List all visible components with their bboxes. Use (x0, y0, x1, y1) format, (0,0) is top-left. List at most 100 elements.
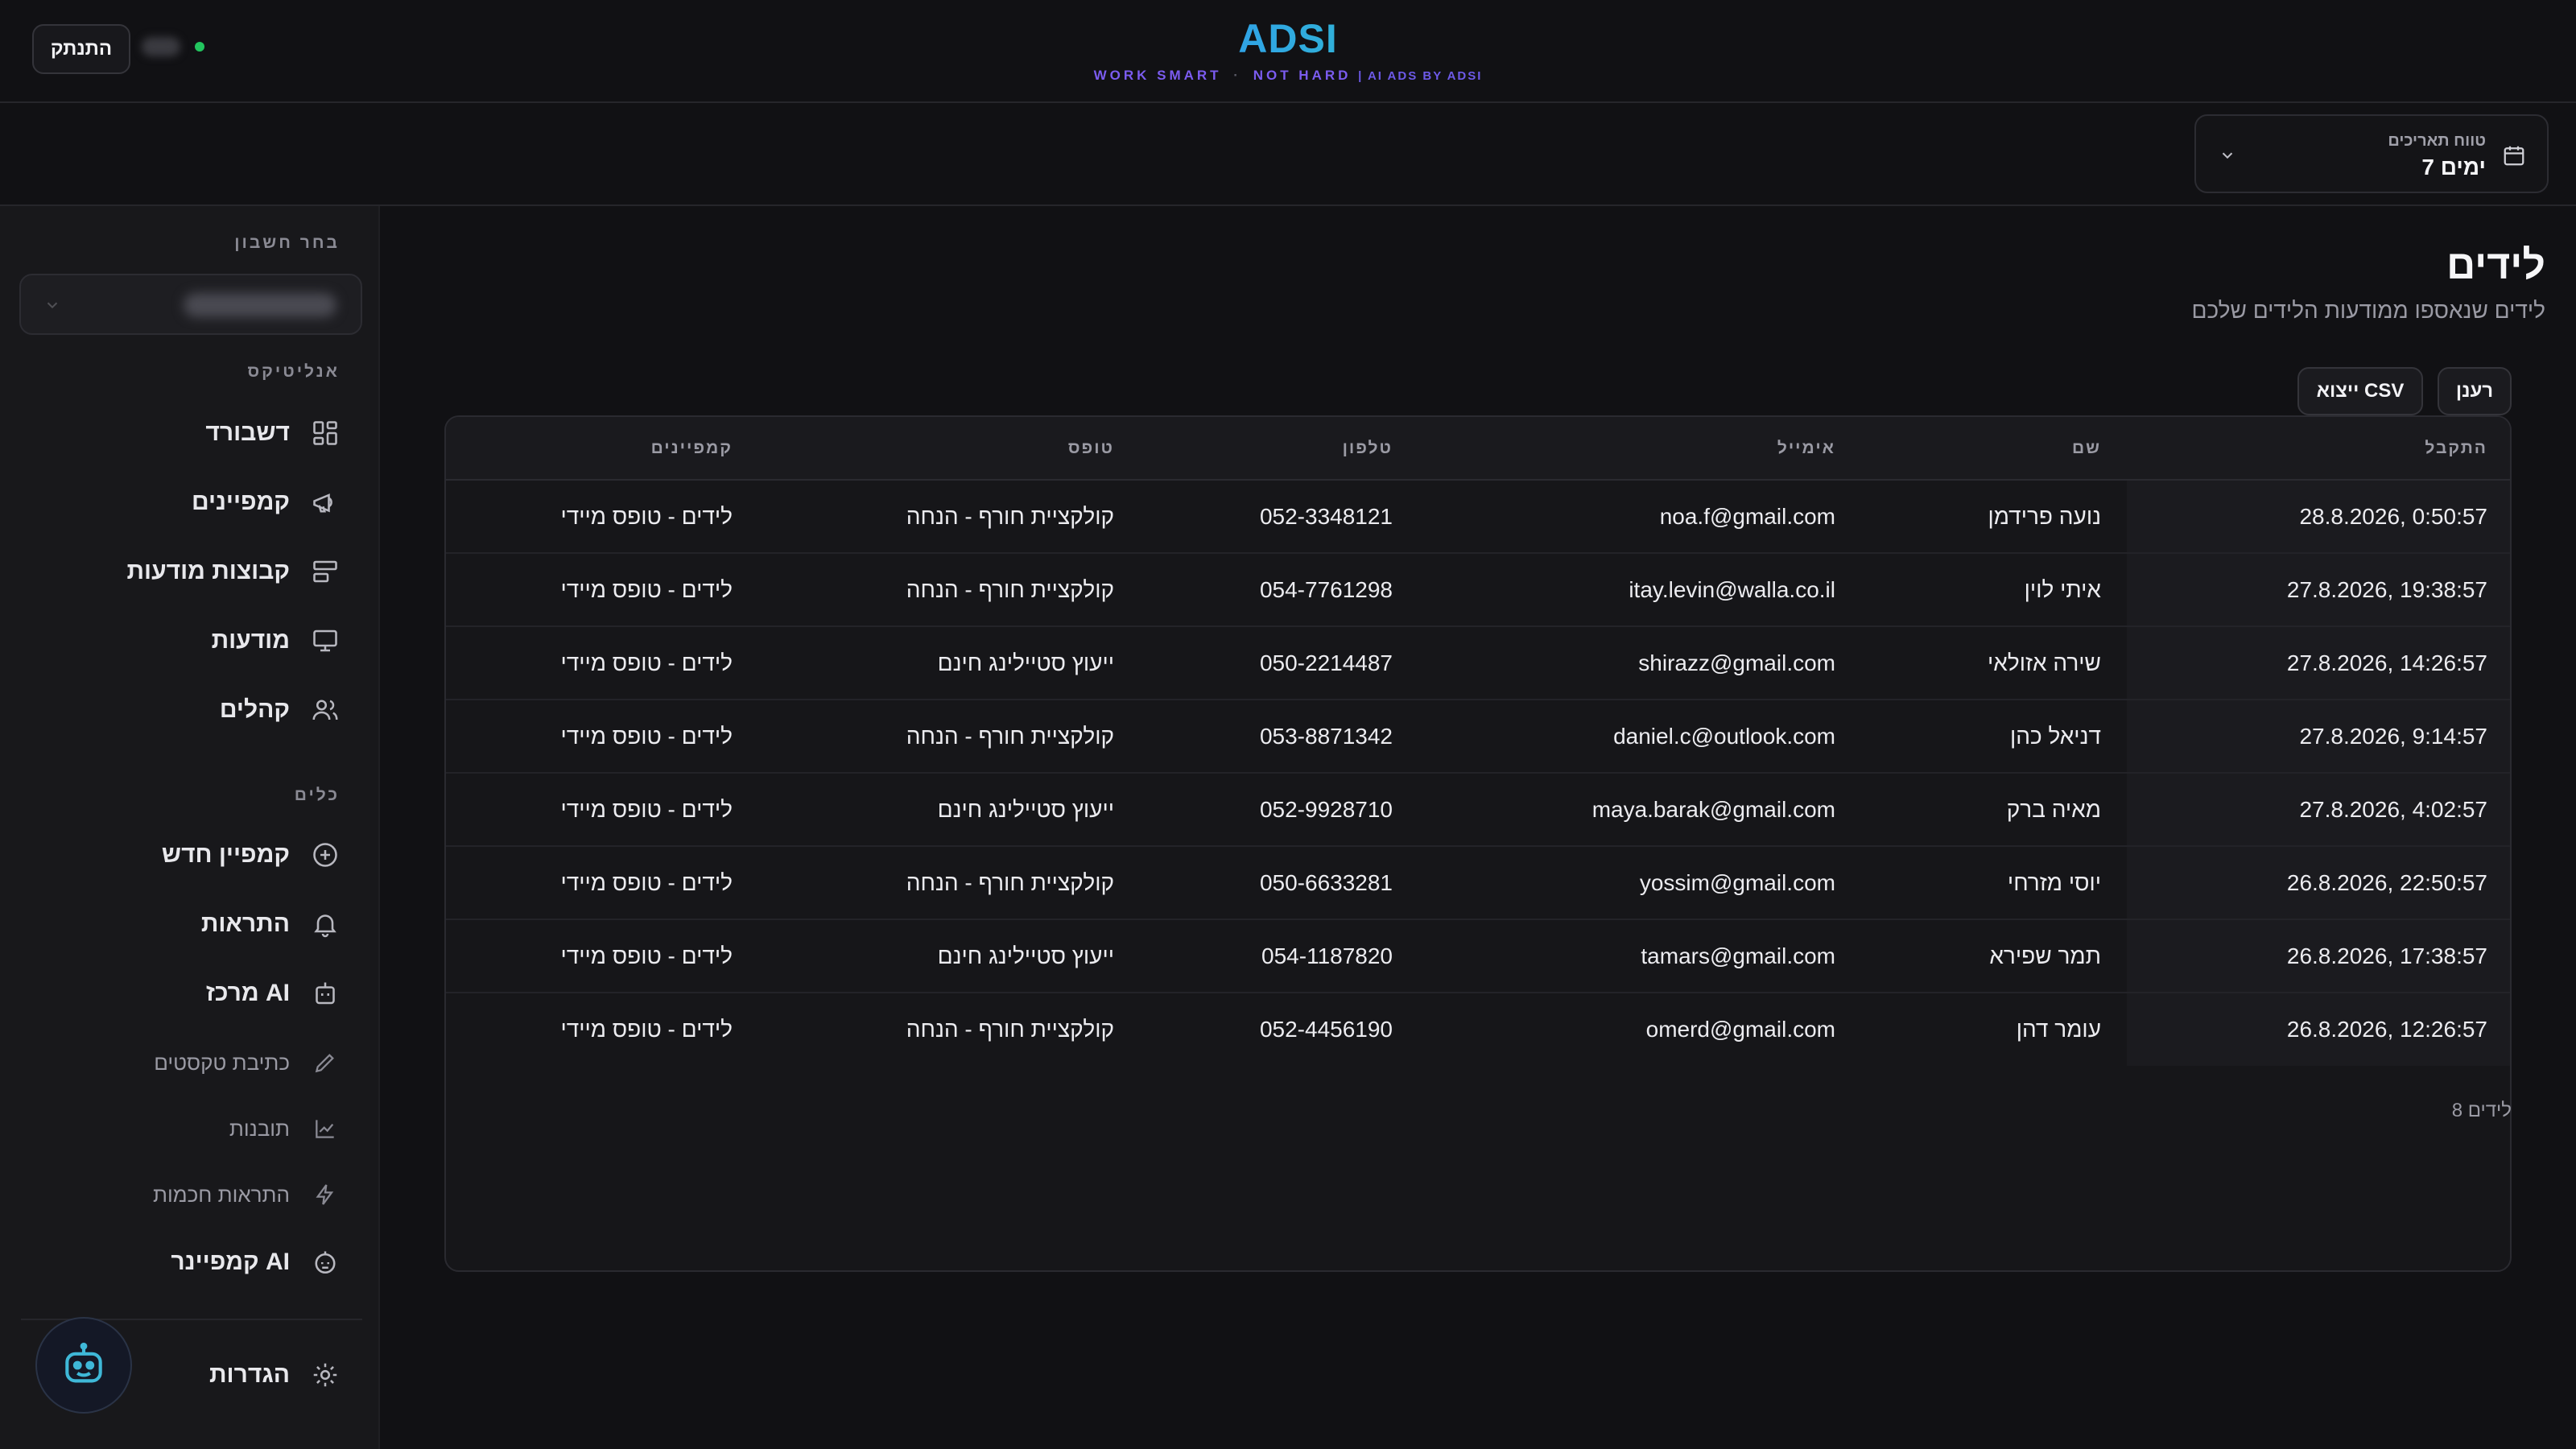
pencil-icon (311, 1048, 340, 1077)
top-bar: התנתק ADSI WORK SMART · NOT HARD | AI AD… (0, 0, 2576, 103)
table-row[interactable]: 27.8.2026, 19:38:57 איתי לוין itay.levin… (446, 553, 2510, 627)
sidebar-item-label: מרכז AI (205, 980, 290, 1006)
cell-email: shirazz@gmail.com (1418, 626, 1861, 700)
cell-phone: 053-8871342 (1140, 700, 1418, 774)
sidebar-item-label: מודעות (211, 627, 290, 654)
cell-received: 26.8.2026, 17:38:57 (2127, 919, 2510, 993)
cell-received: 27.8.2026, 9:14:57 (2127, 700, 2510, 774)
sidebar-item-label: תובנות (229, 1116, 290, 1141)
sidebar-item-ads[interactable]: מודעות (212, 618, 340, 663)
table-row[interactable]: 28.8.2026, 0:50:57 נועה פרידמן noa.f@gma… (446, 480, 2510, 554)
sidebar-item-audiences[interactable]: קהלים (220, 687, 340, 733)
sidebar-item-alerts[interactable]: התראות (201, 902, 340, 947)
cell-form: קולקציית חורף - הנחה (758, 480, 1140, 554)
analytics-section-label: אנליטיקס (247, 362, 340, 381)
cell-campaign: לידים - טופס מיידי (446, 626, 758, 700)
cell-received: 28.8.2026, 0:50:57 (2127, 480, 2510, 554)
logout-button[interactable]: התנתק (32, 24, 130, 74)
sidebar-item-new-campaign[interactable]: קמפיין חדש (162, 832, 340, 877)
cell-form: קולקציית חורף - הנחה (758, 553, 1140, 627)
cell-name: דניאל כהן (1861, 700, 2127, 774)
cell-received: 27.8.2026, 4:02:57 (2127, 773, 2510, 847)
sidebar-item-ai-campaigner[interactable]: קמפיינר AI (171, 1240, 340, 1285)
cell-email: daniel.c@outlook.com (1418, 700, 1861, 774)
refresh-button[interactable]: רענן (2438, 367, 2512, 415)
cell-name: מאיה ברק (1861, 773, 2127, 847)
table-row[interactable]: 27.8.2026, 9:14:57 דניאל כהן daniel.c@ou… (446, 700, 2510, 774)
tagline-part-c: | AI ADS BY ADSI (1358, 69, 1483, 83)
sidebar-item-ai-center[interactable]: מרכז AI (206, 971, 340, 1016)
page-subtitle: לידים שנאספו ממודעות הלידים שלכם (2191, 298, 2545, 323)
sidebar: בחר חשבון אנליטיקס דשבורד קמפיינים קבוצו… (0, 206, 380, 1449)
page-title: לידים (2446, 242, 2545, 287)
sidebar-item-label: התראות חכמות (153, 1182, 290, 1207)
robot-assistant-icon (65, 1342, 102, 1383)
date-range-picker[interactable]: טווח תאריכים 7 ימים (2194, 114, 2549, 193)
column-header[interactable]: שם (1861, 417, 2127, 481)
logo-title: ADSI (1046, 14, 1530, 63)
column-header[interactable]: טלפון (1140, 417, 1418, 481)
cell-form: ייעוץ סטיילינג חינם (758, 626, 1140, 700)
cell-campaign: לידים - טופס מיידי (446, 846, 758, 920)
bell-icon (311, 910, 340, 939)
cell-phone: 050-6633281 (1140, 846, 1418, 920)
column-header[interactable]: קמפיינים (446, 417, 758, 481)
megaphone-icon (311, 488, 340, 517)
cell-phone: 054-7761298 (1140, 553, 1418, 627)
cell-campaign: לידים - טופס מיידי (446, 700, 758, 774)
column-header[interactable]: טופס (758, 417, 1140, 481)
cell-email: noa.f@gmail.com (1418, 480, 1861, 554)
cell-received: 27.8.2026, 19:38:57 (2127, 553, 2510, 627)
sidebar-item-insights[interactable]: תובנות (229, 1106, 340, 1151)
cell-name: עומר דהן (2016, 1017, 2101, 1042)
cell-phone: 052-9928710 (1140, 773, 1418, 847)
table-row[interactable]: 26.8.2026, 17:38:57 תמר שפירא tamars@gma… (446, 919, 2510, 993)
sidebar-item-label: קמפיין חדש (161, 841, 290, 868)
chevron-down-icon (47, 302, 58, 309)
cell-name: יוסי מזרחי (1861, 846, 2127, 920)
user-chip[interactable] (142, 37, 204, 56)
column-header[interactable]: אימייל (1418, 417, 1861, 481)
sidebar-item-campaigns[interactable]: קמפיינים (192, 480, 340, 525)
cell-form: קולקציית חורף - הנחה (758, 700, 1140, 774)
leads-table: התקבל שם אימייל טלפון טופס קמפיינים 28.8… (444, 415, 2512, 1272)
table-row[interactable]: 26.8.2026, 22:50:57 יוסי מזרחי yossim@gm… (446, 846, 2510, 920)
monitor-icon (311, 626, 340, 655)
cell-form: ייעוץ סטיילינג חינם (758, 919, 1140, 993)
column-header[interactable]: התקבל (2127, 417, 2510, 481)
cell-email: itay.levin@walla.co.il (1418, 553, 1861, 627)
table-row[interactable]: 27.8.2026, 14:26:57 שירה אזולאי shirazz@… (446, 626, 2510, 700)
sidebar-item-label: קמפיינר AI (171, 1249, 290, 1275)
sidebar-item-smart-alerts[interactable]: התראות חכמות (153, 1172, 340, 1217)
lightning-icon (311, 1180, 340, 1209)
account-name-blurred (184, 293, 336, 317)
table-row[interactable]: 27.8.2026, 4:02:57 מאיה ברק maya.barak@g… (446, 773, 2510, 847)
cell-email: maya.barak@gmail.com (1418, 773, 1861, 847)
cell-email: yossim@gmail.com (1418, 846, 1861, 920)
date-bar: טווח תאריכים 7 ימים (0, 103, 2576, 206)
account-select[interactable] (19, 274, 362, 335)
sidebar-item-label: קהלים (219, 696, 290, 723)
cell-phone: 052-4456190 (1259, 1017, 1393, 1042)
cell-campaign: לידים - טופס מיידי (446, 480, 758, 554)
online-status-dot (195, 42, 204, 52)
sidebar-item-ad-groups[interactable]: קבוצות מודעות (127, 549, 341, 594)
sidebar-item-settings[interactable]: הגדרות (209, 1352, 340, 1397)
gear-icon (311, 1360, 340, 1389)
cell-email: omerd@gmail.com (1645, 1017, 1835, 1042)
plus-circle-icon (311, 840, 340, 869)
users-icon (311, 696, 340, 724)
table-row[interactable]: 26.8.2026, 12:26:57 עומר דהן omerd@gmail… (446, 993, 2510, 1066)
sidebar-item-copywriting[interactable]: כתיבת טקסטים (154, 1040, 340, 1085)
sidebar-item-label: קמפיינים (191, 489, 290, 515)
cell-campaign: לידים - טופס מיידי (560, 1017, 733, 1042)
sidebar-item-label: התראות (200, 910, 290, 937)
cell-form: קולקציית חורף - הנחה (906, 1017, 1114, 1042)
ai-assistant-button[interactable] (35, 1317, 132, 1414)
leads-count: 8 לידים (2451, 1100, 2512, 1121)
tagline-part-b: NOT HARD (1253, 68, 1352, 83)
logo[interactable]: ADSI WORK SMART · NOT HARD | AI ADS BY A… (1046, 14, 1530, 84)
export-csv-button[interactable]: ייצוא CSV (2297, 367, 2423, 415)
date-range-label: טווח תאריכים (2388, 132, 2486, 150)
sidebar-item-dashboard[interactable]: דשבורד (205, 411, 340, 456)
